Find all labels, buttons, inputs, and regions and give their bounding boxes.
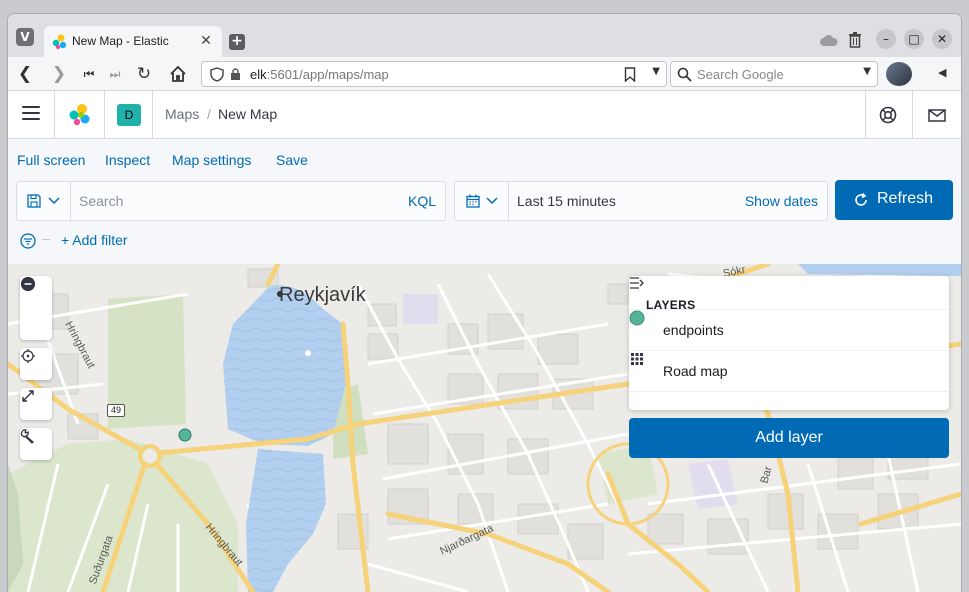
space-avatar[interactable]: D	[117, 104, 141, 126]
road-shield: 49	[107, 404, 125, 417]
save-query-icon	[27, 194, 41, 208]
url-text: elk:5601/app/maps/map	[250, 67, 389, 82]
chevron-down-icon[interactable]: ▼	[652, 66, 660, 77]
chevron-down-icon[interactable]: ▼	[863, 66, 871, 77]
layer-row-road-map[interactable]: Road map	[629, 350, 949, 391]
reload-icon[interactable]: ↻	[134, 64, 154, 84]
layer-name: endpoints	[663, 322, 724, 338]
search-icon	[677, 67, 692, 82]
breadcrumb-separator: /	[207, 106, 211, 122]
avatar[interactable]	[886, 62, 912, 86]
inspect-link[interactable]: Inspect	[105, 152, 150, 168]
show-dates-link[interactable]: Show dates	[745, 193, 818, 209]
tools-icon	[20, 429, 34, 444]
add-layer-button[interactable]: Add layer	[629, 418, 949, 458]
layer-row-endpoints[interactable]: endpoints	[629, 309, 949, 350]
close-icon[interactable]: ✕	[198, 33, 214, 49]
minimize-icon[interactable]: –	[876, 29, 896, 49]
filter-divider	[42, 239, 50, 240]
back-icon[interactable]: ❮	[15, 64, 35, 84]
zoom-out-icon	[21, 277, 35, 291]
breadcrumb-maps[interactable]: Maps	[165, 106, 199, 122]
browser-window: V New Map - Elastic ✕ + – □ ✕ ❮ ❯ ⏮ ⏭ ↻ …	[8, 14, 961, 592]
close-window-icon[interactable]: ✕	[932, 29, 952, 49]
top-menu: Full screen Inspect Map settings Save	[8, 139, 961, 179]
search-placeholder: Search Google	[697, 67, 784, 82]
map-settings-link[interactable]: Map settings	[172, 152, 251, 168]
refresh-icon	[855, 192, 867, 206]
fit-bounds-button[interactable]	[20, 388, 52, 420]
fit-bounds-icon	[22, 390, 34, 402]
set-view-button[interactable]	[20, 348, 52, 380]
filter-row: + Add filter	[8, 226, 961, 254]
filter-icon[interactable]	[20, 233, 36, 249]
search-input[interactable]: Search	[79, 193, 123, 209]
kibana-header: D Maps / New Map	[8, 91, 961, 139]
layers-panel-footer	[629, 391, 949, 410]
panel-toggle-icon[interactable]: ◀	[938, 66, 946, 79]
bookmark-icon[interactable]	[624, 67, 636, 82]
mail-icon[interactable]	[927, 105, 947, 125]
home-icon[interactable]	[169, 65, 187, 83]
tab-bar: V New Map - Elastic ✕ + – □ ✕	[8, 14, 961, 57]
query-input-group: Search KQL	[16, 181, 446, 221]
refresh-button[interactable]: Refresh	[835, 180, 953, 220]
saved-query-button[interactable]	[17, 182, 71, 220]
locate-icon	[21, 349, 35, 363]
layers-panel: LAYERS endpoints Road map	[629, 276, 949, 410]
cloud-icon[interactable]	[820, 35, 838, 47]
chevron-down-icon	[48, 197, 60, 205]
zoom-controls	[20, 276, 52, 340]
maximize-icon[interactable]: □	[904, 29, 924, 49]
forward-icon[interactable]: ❯	[49, 64, 69, 84]
collapse-icon[interactable]	[629, 276, 645, 290]
vivaldi-icon[interactable]: V	[16, 28, 34, 46]
layer-name: Road map	[663, 363, 728, 379]
save-link[interactable]: Save	[276, 152, 308, 168]
plus-icon[interactable]: +	[229, 34, 245, 50]
menu-icon[interactable]	[22, 106, 40, 122]
date-picker: Last 15 minutes Show dates	[454, 181, 828, 221]
tab-title: New Map - Elastic	[72, 34, 169, 48]
shield-icon	[210, 67, 224, 82]
lock-icon	[231, 68, 240, 80]
elastic-logo[interactable]	[68, 103, 92, 127]
trash-icon[interactable]	[848, 32, 862, 48]
grid-icon	[631, 353, 643, 365]
fast-forward-icon[interactable]: ⏭	[105, 64, 125, 84]
endpoint-marker[interactable]	[178, 428, 192, 442]
chevron-down-icon	[486, 197, 498, 205]
navigation-bar: ❮ ❯ ⏮ ⏭ ↻ elk:5601/app/maps/map ▼ Search…	[8, 57, 961, 91]
tab-active[interactable]: New Map - Elastic ✕	[44, 26, 222, 57]
elastic-favicon	[52, 34, 67, 50]
search-bar[interactable]: Search Google ▼	[670, 61, 878, 87]
kql-toggle[interactable]: KQL	[408, 193, 436, 209]
time-range-text[interactable]: Last 15 minutes	[517, 193, 616, 209]
point-swatch-icon	[629, 310, 645, 326]
refresh-label: Refresh	[877, 190, 934, 207]
zoom-out-button[interactable]	[20, 277, 52, 340]
add-filter-button[interactable]: + Add filter	[61, 232, 128, 248]
full-screen-link[interactable]: Full screen	[17, 152, 85, 168]
map-canvas[interactable]: Reykjavík Hringbraut Hringbraut Suðurgat…	[8, 264, 961, 592]
rewind-icon[interactable]: ⏮	[79, 64, 99, 84]
url-bar[interactable]: elk:5601/app/maps/map ▼	[201, 61, 667, 87]
breadcrumb-current: New Map	[218, 106, 278, 122]
calendar-icon	[466, 194, 480, 208]
help-icon[interactable]	[878, 105, 898, 125]
city-label: Reykjavík	[279, 284, 366, 306]
tools-button[interactable]	[20, 428, 52, 460]
quick-select-button[interactable]	[455, 182, 509, 220]
